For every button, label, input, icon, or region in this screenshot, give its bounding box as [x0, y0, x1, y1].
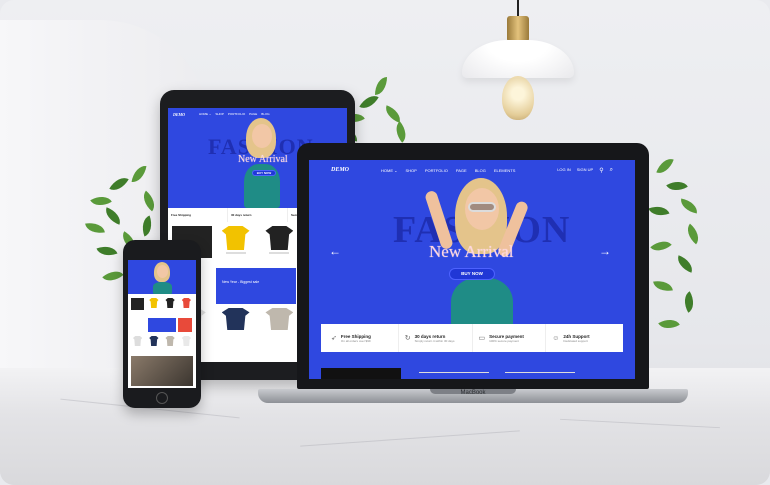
nav-page[interactable]: PAGE [456, 168, 467, 173]
product-card[interactable] [216, 226, 256, 258]
product-card[interactable] [147, 336, 160, 346]
phone-screen [128, 260, 196, 388]
product-card[interactable] [260, 226, 300, 258]
phone-product-grid [131, 298, 193, 310]
nav-home[interactable]: HOME ⌄ [381, 168, 397, 173]
product-card[interactable] [260, 308, 300, 330]
feature-free-shipping: ➶ Free Shipping On all orders over $99 [325, 324, 399, 352]
phone-device [123, 240, 201, 408]
phone-lifestyle-image[interactable] [131, 356, 193, 386]
nav-blog[interactable]: BLOG [261, 112, 269, 116]
laptop-nav: DEMO HOME ⌄ SHOP PORTFOLIO PAGE BLOG ELE… [309, 160, 635, 180]
home-button[interactable] [156, 392, 168, 404]
nav-shop[interactable]: SHOP [405, 168, 416, 173]
nav-page[interactable]: PAGE [249, 112, 257, 116]
phone-product-grid-2 [131, 336, 193, 346]
sunglasses [468, 202, 496, 212]
buy-now-button[interactable]: BUY NOW [252, 170, 276, 176]
login-link[interactable]: LOG IN [557, 167, 571, 174]
product-card[interactable] [131, 336, 144, 346]
nav-home[interactable]: HOME ⌄ [199, 112, 211, 116]
cart-icon[interactable]: ⚲ [599, 167, 603, 174]
light-bulb [502, 76, 534, 120]
nav-blog[interactable]: BLOG [475, 168, 486, 173]
product-card[interactable] [147, 298, 160, 310]
product-card[interactable] [180, 298, 193, 310]
product-card[interactable] [180, 336, 193, 346]
hero-title: New Arrival [238, 154, 288, 165]
site-logo[interactable]: DEMO [331, 167, 349, 173]
laptop-promo-tile[interactable] [321, 368, 401, 379]
card-icon: ▭ [478, 335, 486, 342]
signup-link[interactable]: SIGN UP [577, 167, 593, 174]
nav-elements[interactable]: ELEMENTS [494, 168, 516, 173]
nav-shop[interactable]: SHOP [215, 112, 224, 116]
feature-support: ☺ 24h Support Dedicated support [552, 333, 590, 343]
phone-hero [128, 260, 196, 294]
prev-slide-arrow[interactable]: ← [329, 244, 341, 258]
nav-portfolio[interactable]: PORTFOLIO [425, 168, 448, 173]
hero-title: New Arrival [429, 242, 514, 261]
device-mockup-scene: DEMO HOME ⌄ SHOP PORTFOLIO PAGE BLOG FAS… [0, 0, 770, 485]
product-card[interactable] [216, 308, 256, 330]
lamp-socket [507, 16, 529, 42]
user-icon: ☺ [552, 334, 560, 342]
product-card[interactable] [164, 298, 177, 310]
feature-returns: ↻ 30 days return Simply return it within … [399, 324, 473, 352]
rocket-icon: ➶ [331, 335, 337, 342]
search-icon[interactable]: ⌕ [610, 167, 613, 174]
lamp-shade [462, 40, 574, 78]
site-logo[interactable]: DEMO [173, 112, 185, 117]
promo-tile[interactable] [131, 298, 145, 310]
tablet-promo-banner[interactable]: New Year - Biggest sale [216, 268, 296, 304]
product-card[interactable] [164, 336, 177, 346]
laptop-screen: DEMO HOME ⌄ SHOP PORTFOLIO PAGE BLOG ELE… [309, 160, 635, 379]
feature-secure-payment: ▭ Secure payment 100% secure payment [473, 324, 547, 352]
refresh-icon: ↻ [404, 335, 411, 342]
phone-promo-image[interactable] [178, 318, 192, 332]
laptop-features: ➶ Free Shipping On all orders over $99 ↻ … [321, 324, 623, 352]
nav-portfolio[interactable]: PORTFOLIO [228, 112, 245, 116]
laptop-device: DEMO HOME ⌄ SHOP PORTFOLIO PAGE BLOG ELE… [297, 143, 649, 389]
phone-promo-banner[interactable] [148, 318, 176, 332]
buy-now-button[interactable]: BUY NOW [449, 268, 495, 280]
laptop-brand-label: MacBook [460, 390, 486, 396]
next-slide-arrow[interactable]: → [599, 244, 611, 258]
